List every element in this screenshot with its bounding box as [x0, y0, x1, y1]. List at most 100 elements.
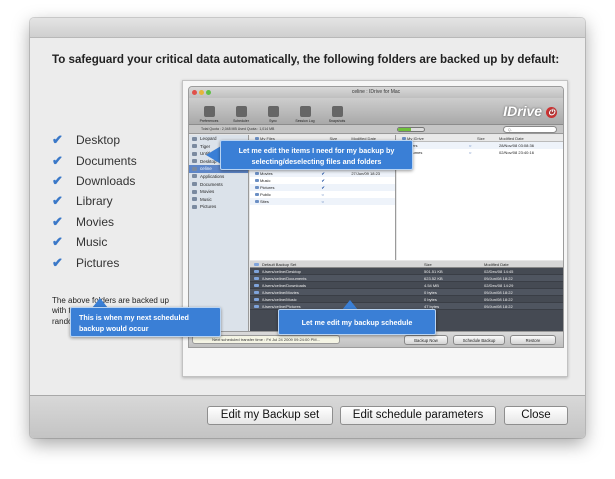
table-cell: /Users/celine/Documents	[250, 275, 424, 281]
folder-label: Movies	[76, 214, 115, 229]
table-row: /Users/celine/Documents 623.52 KB 09/Jun/0…	[250, 275, 563, 282]
next-backup-callout: This is when my next scheduled backup wo…	[70, 307, 221, 337]
sync-icon	[267, 106, 279, 117]
toolbar-label: Session Log	[295, 119, 315, 123]
table-cell: /Users/celine/Movies	[250, 289, 424, 295]
table-cell: 09/Jun/08 18:22	[484, 276, 513, 281]
app-toolbar: Preferences Scheduler Sync Session Log S…	[189, 98, 563, 125]
edit-backup-set-button[interactable]: Edit my Backup set	[207, 406, 333, 425]
search-input: Q-	[503, 126, 557, 133]
my-idrive-rows: Users○28/Nov/08 03:08:36Volumes○02/Nov/0…	[397, 142, 563, 156]
backup-set-rows: /Users/celine/Desktop 501.51 KB 02/Dec/08 …	[250, 268, 563, 310]
table-row: /Users/celine/Desktop 501.51 KB 02/Dec/08 …	[250, 268, 563, 275]
toolbar-label: Scheduler	[233, 119, 249, 123]
table-cell: 0 bytes	[424, 290, 437, 295]
progress-fill	[398, 128, 411, 131]
toolbar-preferences: Preferences	[193, 106, 225, 124]
folder-label: Library	[76, 194, 113, 209]
table-cell: 02/Nov/08 23:40:16	[499, 150, 534, 155]
table-header: My IDrive Size Modified Date	[397, 135, 563, 142]
toolbar-scheduler: Scheduler	[225, 106, 257, 124]
toolbar-label: Snapshots	[328, 119, 346, 123]
table-cell: ✔	[321, 185, 325, 190]
list-item: ✔ Pictures	[52, 252, 137, 272]
table-cell: 27/Jun/09 18:23	[351, 171, 381, 176]
table-row: /Users/celine/Music 0 bytes 09/Jun/08 18:2…	[250, 296, 563, 303]
edit-items-callout: Let me edit the items I need for my back…	[220, 140, 413, 170]
column-header: Modified Date	[484, 262, 509, 267]
table-cell: ○	[469, 143, 472, 148]
table-cell	[329, 170, 351, 177]
column-header: Size	[477, 136, 485, 141]
minimize-dot-icon	[199, 90, 204, 95]
table-cell: /Users/celine/Music	[250, 296, 424, 302]
table-row: /Users/celine/Movies 0 bytes 09/Jun/08 18:…	[250, 289, 563, 296]
column-header: Modified Date	[499, 136, 524, 141]
table-cell: 09/Jun/08 18:22	[484, 290, 513, 295]
table-cell: 09/Jun/08 18:22	[484, 304, 513, 309]
column-header: Size	[424, 262, 432, 267]
transfer-progress	[397, 127, 425, 132]
checkmark-icon: ✔	[52, 234, 63, 250]
table-cell: Sites	[250, 198, 322, 205]
table-row: Volumes ○ 02/Nov/08 23:40:16	[397, 149, 563, 156]
zoom-dot-icon	[206, 90, 211, 95]
table-cell: 02/Dec/08 14:29	[484, 283, 514, 288]
table-cell: ○	[321, 192, 324, 197]
table-cell: /Users/celine/Desktop	[250, 268, 424, 274]
sidebar-item: Applications	[189, 173, 248, 181]
folder-label: Documents	[76, 153, 137, 168]
folder-label: Music	[76, 235, 108, 250]
table-cell: 4.54 MB	[424, 283, 439, 288]
sidebar-item: Pictures	[189, 203, 248, 211]
table-cell: ✔	[321, 171, 325, 176]
table-row: Pictures ✔	[250, 184, 395, 191]
table-cell	[329, 198, 351, 205]
clock-icon	[235, 106, 247, 117]
folder-label: Desktop	[76, 133, 121, 148]
schedule-backup-button: Schedule Backup	[453, 335, 505, 345]
log-icon	[299, 106, 311, 117]
table-cell: Pictures	[250, 184, 322, 191]
logo-text: IDrive	[503, 103, 543, 119]
list-item: ✔ Desktop	[52, 130, 137, 150]
table-cell	[351, 184, 395, 191]
table-cell: /Users/celine/Downloads	[250, 282, 424, 288]
dialog-headline: To safeguard your critical data automati…	[52, 53, 560, 66]
gear-icon	[203, 106, 215, 117]
list-item: ✔ Library	[52, 191, 137, 211]
sidebar-item: Music	[189, 196, 248, 204]
column-header	[469, 135, 477, 141]
power-icon: ⏻	[546, 106, 557, 118]
table-cell	[329, 184, 351, 191]
table-cell: ✔	[321, 178, 325, 183]
quota-text: Total Quota : 2,048 MB Used Quota : 1,01…	[201, 127, 275, 131]
table-cell	[477, 149, 499, 156]
backup-now-button: Backup Now	[404, 335, 448, 345]
callout-pointer	[206, 146, 221, 164]
table-cell	[329, 191, 351, 198]
list-item: ✔ Music	[52, 232, 137, 252]
table-cell: ○	[321, 199, 324, 204]
toolbar-label: Preferences	[199, 119, 219, 123]
idrive-logo: IDrive ⏻	[503, 103, 557, 119]
edit-schedule-button[interactable]: Edit schedule parameters	[340, 406, 496, 425]
toolbar-snapshots: Snapshots	[321, 106, 353, 124]
table-row: Sites ○	[250, 198, 395, 205]
my-idrive-pane: My IDrive Size Modified Date Users○28/No…	[397, 135, 563, 260]
table-cell: Movies	[250, 170, 322, 177]
camera-icon	[331, 106, 343, 117]
table-row: Movies ✔ 27/Jun/09 18:23	[250, 170, 395, 177]
list-item: ✔ Documents	[52, 150, 137, 170]
table-cell: ○	[469, 150, 472, 155]
restore-button: Restore	[510, 335, 556, 345]
list-item: ✔ Movies	[52, 212, 137, 232]
toolbar-sync: Sync	[257, 106, 289, 124]
table-cell: 623.52 KB	[424, 276, 443, 281]
table-row: Music ✔	[250, 177, 395, 184]
sidebar-item: Documents	[189, 181, 248, 189]
close-button[interactable]: Close	[504, 406, 568, 425]
table-header: Default Backup Set Size Modified Date	[250, 261, 563, 268]
sidebar-item: Movies	[189, 188, 248, 196]
table-cell: 0 bytes	[424, 297, 437, 302]
